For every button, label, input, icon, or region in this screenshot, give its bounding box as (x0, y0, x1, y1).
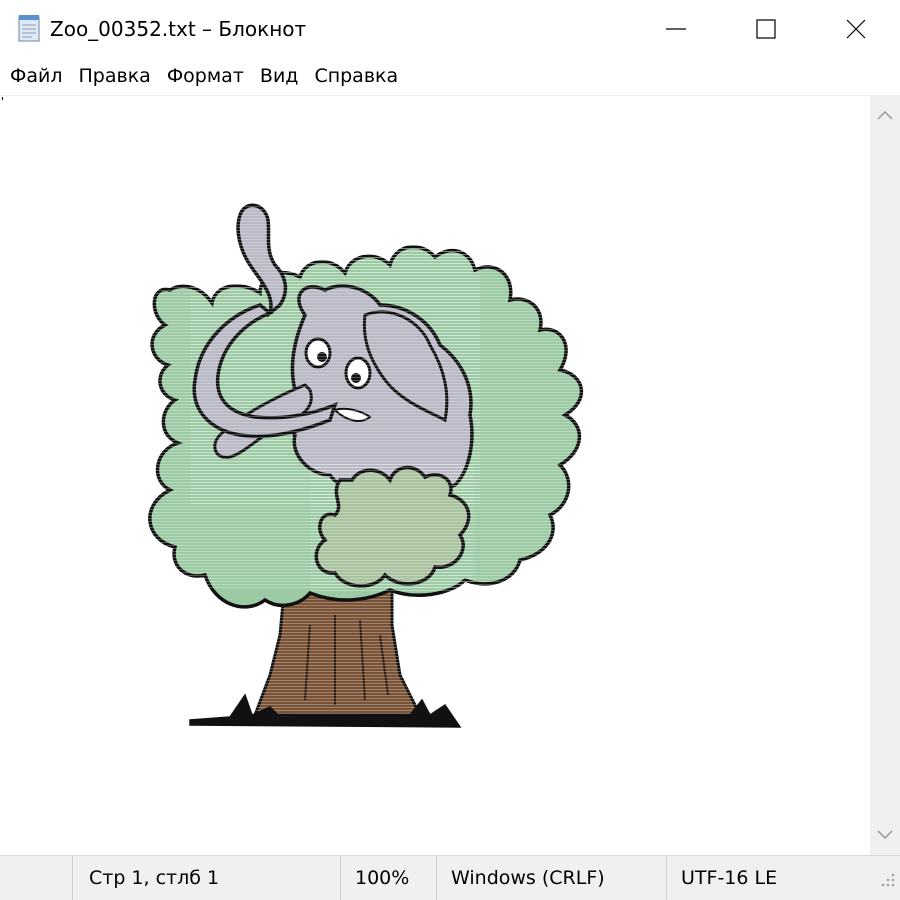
notepad-icon (16, 13, 42, 43)
front-bush (310, 463, 475, 593)
scroll-up-button[interactable] (870, 95, 900, 135)
menu-file[interactable]: Файл (2, 58, 71, 95)
menu-bar: Файл Правка Формат Вид Справка (0, 58, 900, 95)
vertical-scrollbar[interactable] (870, 95, 900, 855)
title-bar[interactable]: Zoo_00352.txt – Блокнот (0, 0, 900, 58)
ascii-art-drawing (140, 203, 600, 728)
status-bar: Стр 1, стлб 1 100% Windows (CRLF) UTF-16… (0, 855, 900, 900)
window-title: Zoo_00352.txt – Блокнот (50, 17, 307, 41)
scroll-down-button[interactable] (870, 815, 900, 855)
chevron-down-icon (877, 830, 893, 840)
menu-edit[interactable]: Правка (71, 58, 159, 95)
encoding: UTF-16 LE (666, 856, 866, 900)
chevron-up-icon (877, 110, 893, 120)
cursor-position: Стр 1, стлб 1 (72, 856, 340, 900)
line-endings: Windows (CRLF) (436, 856, 666, 900)
minimize-button[interactable] (630, 0, 722, 58)
elephant (190, 203, 480, 505)
zoom-level: 100% (340, 856, 436, 900)
menu-help[interactable]: Справка (306, 58, 406, 95)
close-button[interactable] (810, 0, 900, 58)
close-icon (846, 19, 866, 39)
maximize-button[interactable] (720, 0, 812, 58)
menu-view[interactable]: Вид (252, 58, 307, 95)
menu-format[interactable]: Формат (159, 58, 252, 95)
maximize-icon (756, 19, 776, 39)
resize-grip-icon[interactable] (878, 870, 896, 888)
minimize-icon (666, 28, 686, 30)
text-caret (2, 97, 3, 100)
